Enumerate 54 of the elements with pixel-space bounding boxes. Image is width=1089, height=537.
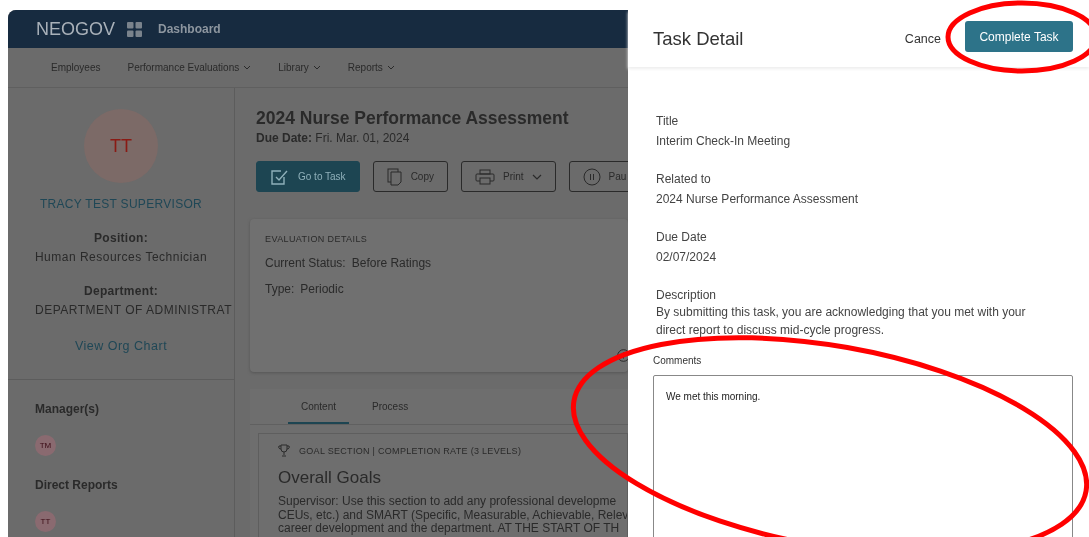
department-label: Department: xyxy=(84,284,158,298)
employee-name: TRACY TEST SUPERVISOR xyxy=(39,197,203,211)
field-value: Interim Check-In Meeting xyxy=(656,133,792,150)
print-button[interactable]: Print xyxy=(461,161,556,192)
cancel-link[interactable]: Cance xyxy=(904,31,941,46)
pause-button[interactable]: Pau xyxy=(568,161,628,192)
text-line: career development and the department. AT THE START OF TH xyxy=(278,522,621,536)
comments-label: Comments xyxy=(653,355,703,366)
copy-icon xyxy=(386,167,403,186)
field-value: 2024 Nurse Performance Assessment xyxy=(656,191,860,208)
avatar[interactable]: TT xyxy=(35,511,56,532)
due-date: Due Date: Fri. Mar. 01, 2024 xyxy=(256,131,411,145)
org-chart-link[interactable]: View Org Chart xyxy=(74,339,168,353)
group-heading: Direct Reports xyxy=(35,478,119,492)
section-kicker: GOAL SECTION | COMPLETION RATE (3 LEVELS) xyxy=(299,445,522,456)
field-value: By submitting this task, you are acknowledging that you met with your direct report to discuss mid-cycle progress. xyxy=(656,304,1027,339)
field-label: Due Date xyxy=(656,230,708,244)
avatar[interactable]: TM xyxy=(35,435,56,456)
dashboard-link[interactable]: Dashboard xyxy=(158,22,221,36)
tab[interactable]: Content xyxy=(288,389,350,424)
text-line: Supervisor: Use this section to add any professional developme xyxy=(278,495,618,509)
field-value: 02/07/2024 xyxy=(656,249,718,266)
detail-value: Before Ratings xyxy=(351,256,432,270)
section-title: Overall Goals xyxy=(278,468,382,488)
field-label: Description xyxy=(656,288,718,302)
group-heading: Manager(s) xyxy=(35,402,100,416)
panel-title: Task Detail xyxy=(653,27,745,50)
nav-item[interactable]: Reports xyxy=(347,62,395,73)
nav-item[interactable]: Performance Evaluations xyxy=(127,62,252,73)
detail-label: Type: xyxy=(265,282,295,296)
detail-label: Current Status: xyxy=(265,256,346,270)
comments-field[interactable]: We met this morning. xyxy=(653,375,1073,537)
complete-task-button[interactable]: Complete Task xyxy=(965,21,1073,52)
nav-item[interactable]: Library xyxy=(278,62,321,73)
printer-icon xyxy=(475,168,495,185)
avatar: TT xyxy=(84,109,158,183)
tab[interactable]: Process xyxy=(359,389,422,424)
go-to-task-button[interactable]: Go to Task xyxy=(256,161,360,192)
department-value: DEPARTMENT OF ADMINISTRAT xyxy=(35,303,232,317)
pause-icon xyxy=(582,167,601,186)
field-label: Related to xyxy=(656,172,712,186)
trophy-icon xyxy=(278,444,290,457)
detail-value: Periodic xyxy=(300,282,344,296)
grid-icon[interactable] xyxy=(127,21,142,37)
checkbox-icon xyxy=(270,167,288,186)
evaluation-title: 2024 Nurse Performance Assessment xyxy=(256,108,570,129)
position-label: Position: xyxy=(94,231,148,245)
nav-item[interactable]: Employees xyxy=(51,62,101,73)
chevron-icon xyxy=(531,173,542,180)
app-logo: NEOGOV xyxy=(36,18,115,40)
field-label: Title xyxy=(656,114,680,128)
card-heading: EVALUATION DETAILS xyxy=(265,234,369,244)
copy-button[interactable]: Copy xyxy=(372,161,448,192)
position-value: Human Resources Technician xyxy=(34,250,208,264)
